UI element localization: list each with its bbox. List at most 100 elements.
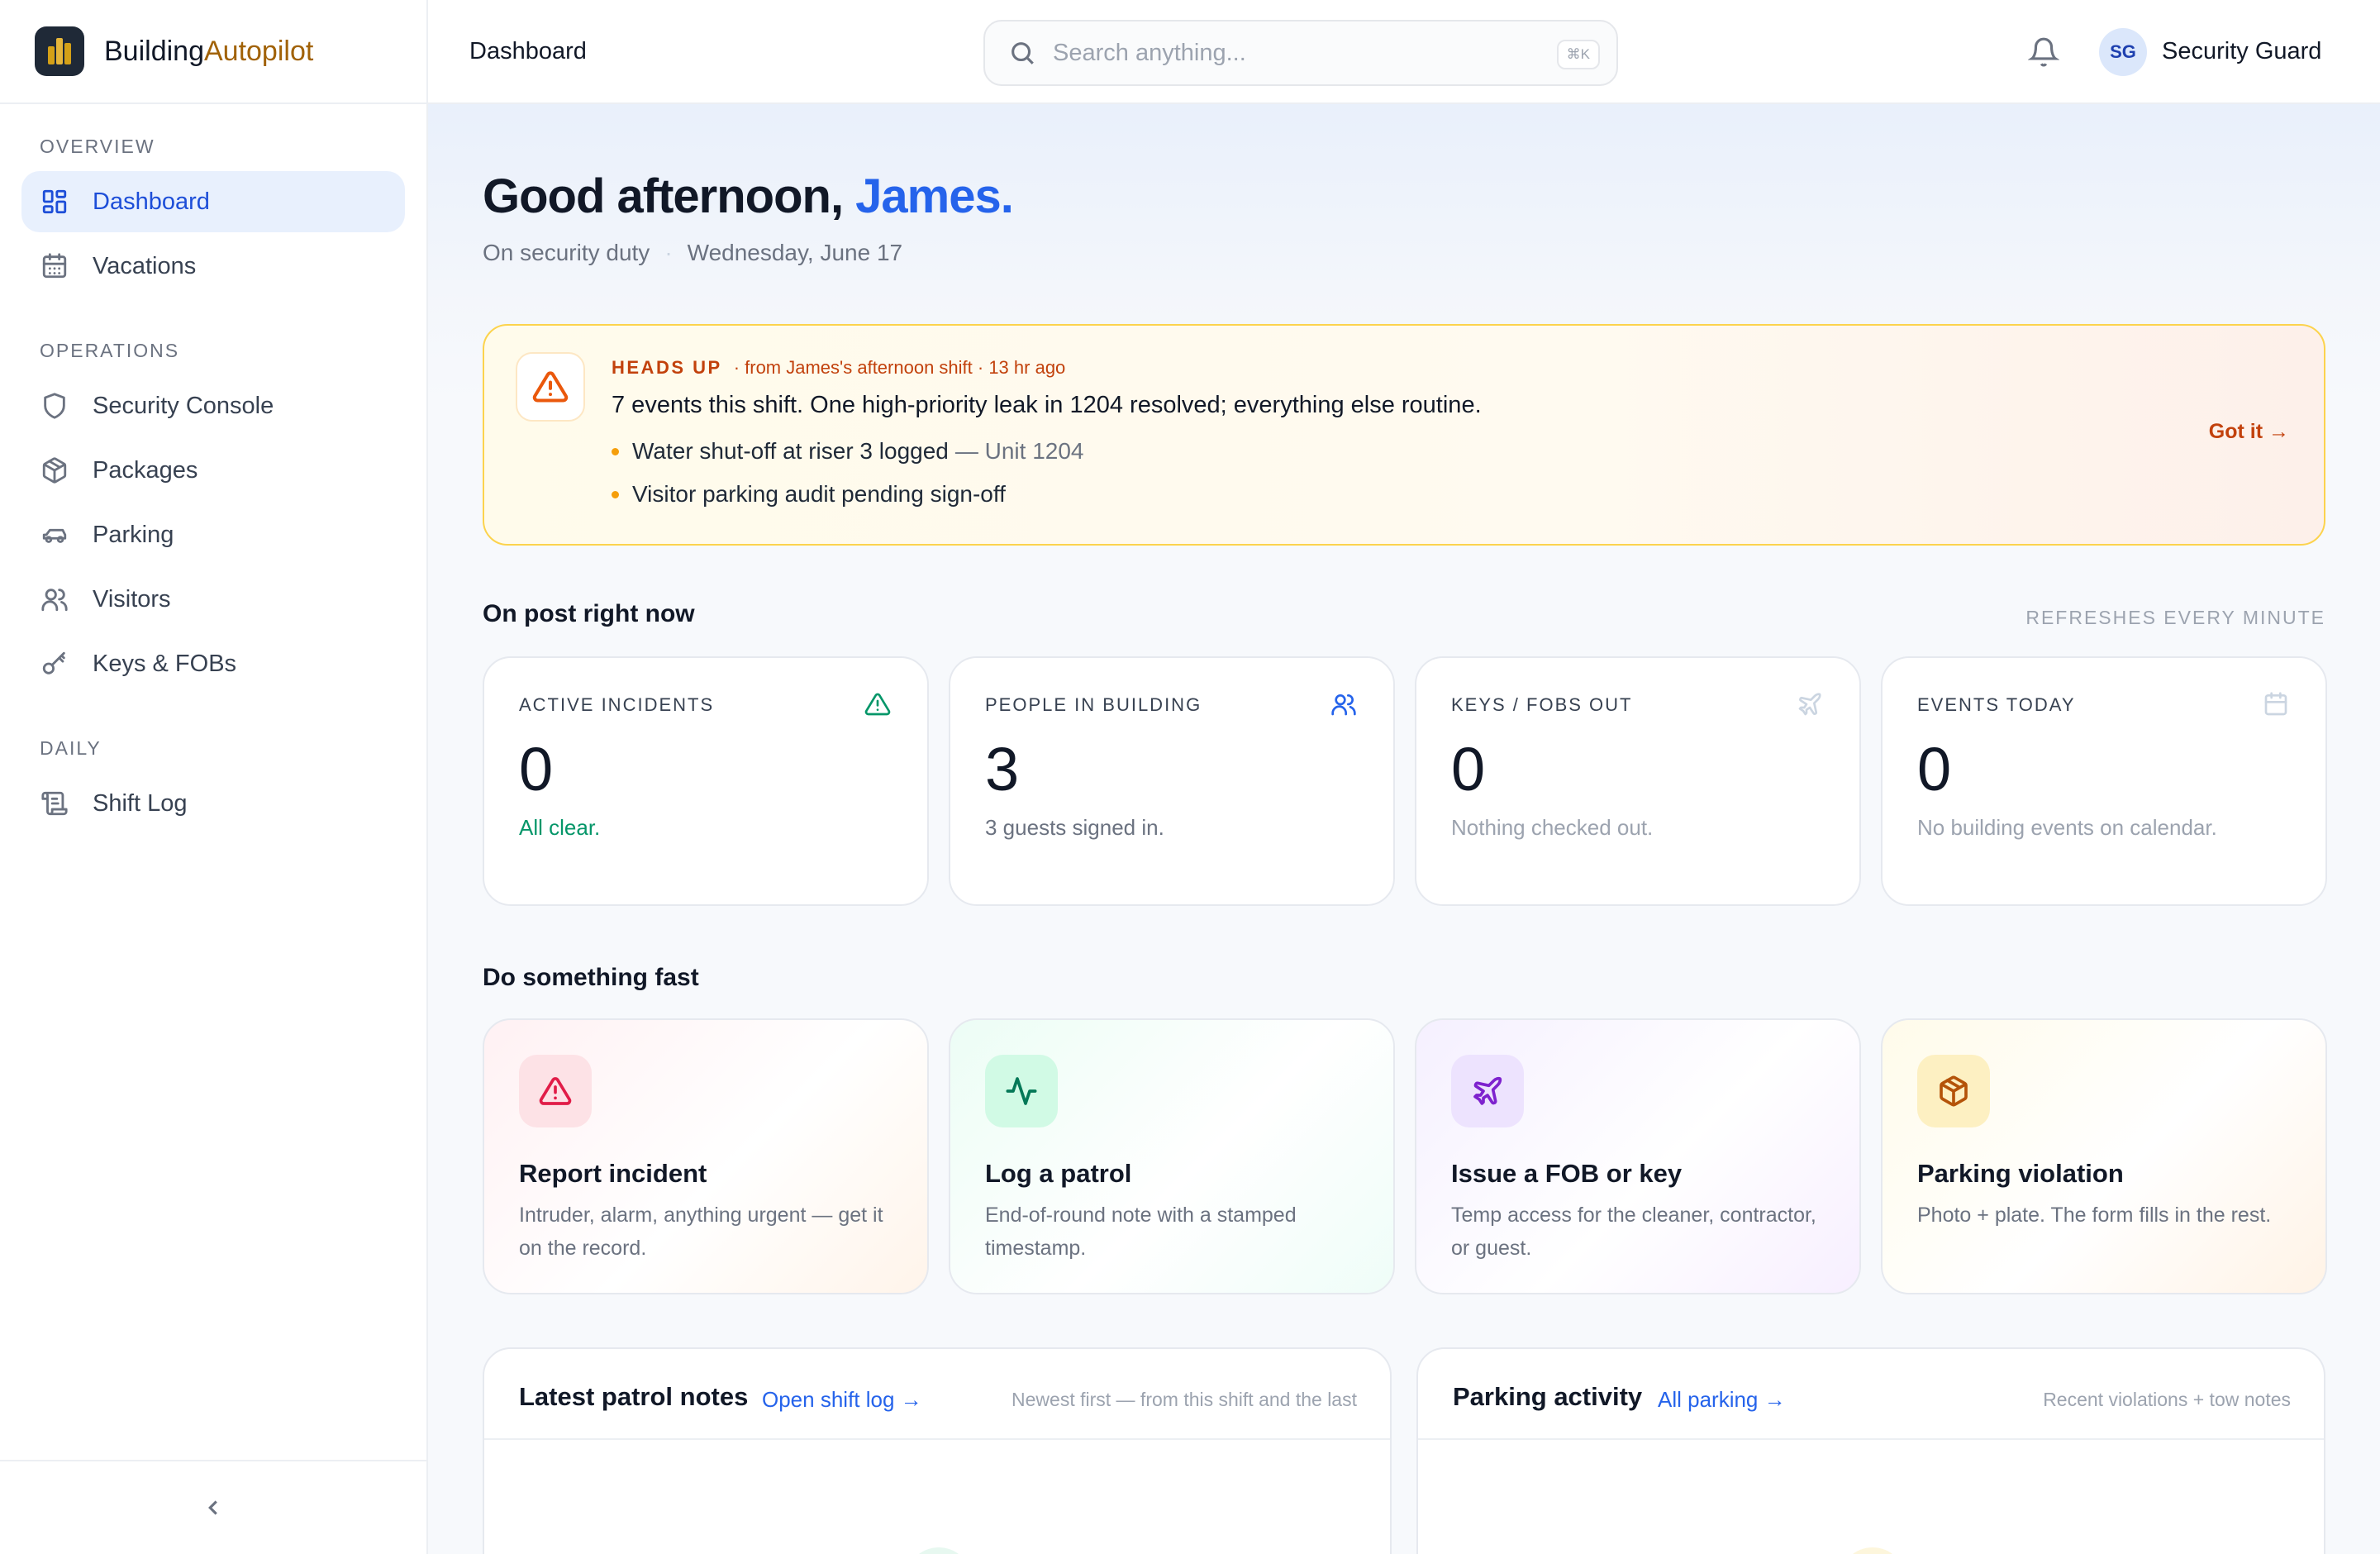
- action-description: Temp access for the cleaner, contractor,…: [1451, 1204, 1816, 1260]
- stat-card-events-today[interactable]: EVENTS TODAY 0 No building events on cal…: [1881, 656, 2327, 906]
- report-incident-button[interactable]: Report incident Intruder, alarm, anythin…: [483, 1018, 929, 1294]
- brand-name: BuildingAutopilot: [104, 35, 314, 67]
- nav-section-overview: OVERVIEW: [40, 136, 155, 157]
- stat-caption: KEYS / FOBS OUT: [1451, 694, 1633, 715]
- breadcrumb: Dashboard: [469, 38, 587, 64]
- panel-note: Recent violations + tow notes: [2043, 1389, 2291, 1410]
- sidebar-item-label: Vacations: [93, 252, 197, 279]
- brand-logo-icon: [35, 26, 84, 76]
- search-shortcut: ⌘K: [1556, 40, 1600, 69]
- stat-note: No building events on calendar.: [1917, 815, 2217, 840]
- key-icon: [40, 649, 69, 679]
- action-description: Intruder, alarm, anything urgent — get i…: [519, 1204, 883, 1260]
- stat-caption: ACTIVE INCIDENTS: [519, 694, 715, 715]
- sidebar-item-keys-fobs[interactable]: Keys & FOBs: [21, 633, 405, 694]
- stat-note: Nothing checked out.: [1451, 815, 1654, 840]
- users-icon: [40, 584, 69, 614]
- sidebar-item-shift-log[interactable]: Shift Log: [21, 773, 405, 834]
- search-icon: [1011, 42, 1034, 64]
- empty-state-icon: [1840, 1547, 1906, 1554]
- nav-section-operations: OPERATIONS: [40, 340, 180, 361]
- bell-icon: [2027, 37, 2060, 67]
- grid-icon: [40, 187, 69, 217]
- action-title: Parking violation: [1917, 1159, 2124, 1188]
- panel-note: Newest first — from this shift and the l…: [1011, 1389, 1357, 1410]
- refresh-note: REFRESHES EVERY MINUTE: [2025, 607, 2325, 628]
- search-input[interactable]: [1053, 39, 1516, 67]
- panel-header: Latest patrol notes Open shift log → New…: [484, 1349, 1390, 1440]
- sidebar-item-parking[interactable]: Parking: [21, 504, 405, 565]
- patrol-notes-panel: Latest patrol notes Open shift log → New…: [483, 1347, 1392, 1554]
- sidebar-item-packages[interactable]: Packages: [21, 440, 405, 501]
- notifications-button[interactable]: [2027, 36, 2061, 69]
- topbar: Dashboard ⌘K SG Security Guard: [428, 0, 2380, 104]
- sidebar-item-label: Packages: [93, 456, 198, 484]
- stat-value: 0: [1917, 735, 1952, 803]
- sidebar-item-vacations[interactable]: Vacations: [21, 236, 405, 297]
- heads-up-list: Water shut-off at riser 3 logged — Unit 1…: [612, 438, 1084, 524]
- stat-caption: PEOPLE IN BUILDING: [985, 694, 1202, 715]
- plane-icon: [1451, 1055, 1524, 1127]
- main-content: Good afternoon, James. On security duty ·…: [428, 104, 2380, 1554]
- avatar[interactable]: SG: [2099, 28, 2147, 76]
- greeting-subtitle: On security duty · Wednesday, June 17: [483, 240, 903, 265]
- stat-note: All clear.: [519, 815, 601, 840]
- stat-card-active-incidents[interactable]: ACTIVE INCIDENTS 0 All clear.: [483, 656, 929, 906]
- package-icon: [1917, 1055, 1990, 1127]
- stat-note: 3 guests signed in.: [985, 815, 1164, 840]
- stat-value: 0: [1451, 735, 1486, 803]
- open-shift-log-link[interactable]: Open shift log →: [762, 1387, 922, 1413]
- calendar-icon: [40, 251, 69, 281]
- sidebar-item-label: Keys & FOBs: [93, 650, 237, 677]
- sidebar-item-label: Parking: [93, 521, 174, 548]
- on-post-title: On post right now: [483, 600, 695, 627]
- parking-violation-button[interactable]: Parking violation Photo + plate. The for…: [1881, 1018, 2327, 1294]
- sidebar-item-security-console[interactable]: Security Console: [21, 375, 405, 436]
- sidebar: BuildingAutopilot OVERVIEW Dashboard Vac…: [0, 0, 428, 1554]
- greeting-heading: Good afternoon, James.: [483, 169, 1014, 223]
- calendar-icon: [2263, 691, 2291, 719]
- activity-icon: [985, 1055, 1058, 1127]
- sidebar-item-label: Security Console: [93, 392, 274, 419]
- heads-up-banner: HEADS UP · from James's afternoon shift ·…: [483, 324, 2325, 546]
- list-item: Visitor parking audit pending sign-off: [612, 481, 1084, 508]
- warning-icon: [516, 352, 585, 422]
- action-title: Report incident: [519, 1159, 707, 1188]
- user-role[interactable]: Security Guard: [2162, 38, 2321, 65]
- sidebar-item-dashboard[interactable]: Dashboard: [21, 171, 405, 232]
- log-patrol-button[interactable]: Log a patrol End-of-round note with a st…: [949, 1018, 1395, 1294]
- stat-caption: EVENTS TODAY: [1917, 694, 2076, 715]
- panel-title: Latest patrol notes: [519, 1382, 749, 1411]
- shield-icon: [40, 391, 69, 421]
- greeting-name: James.: [855, 169, 1014, 223]
- panel-title: Parking activity: [1453, 1382, 1643, 1411]
- car-icon: [40, 520, 69, 550]
- all-parking-link[interactable]: All parking →: [1658, 1387, 1786, 1413]
- action-description: End-of-round note with a stamped timesta…: [985, 1204, 1297, 1260]
- stat-card-keys-fobs-out[interactable]: KEYS / FOBS OUT 0 Nothing checked out.: [1415, 656, 1861, 906]
- empty-state-icon: [906, 1547, 972, 1554]
- quick-actions-title: Do something fast: [483, 964, 699, 991]
- action-title: Issue a FOB or key: [1451, 1159, 1683, 1188]
- action-description: Photo + plate. The form fills in the res…: [1917, 1204, 2272, 1227]
- heads-up-label: HEADS UP · from James's afternoon shift ·…: [612, 357, 1066, 378]
- sidebar-item-label: Shift Log: [93, 789, 188, 817]
- plane-icon: [1797, 691, 1825, 719]
- panel-header: Parking activity All parking → Recent vi…: [1418, 1349, 2324, 1440]
- stat-card-people-in-building[interactable]: PEOPLE IN BUILDING 3 3 guests signed in.: [949, 656, 1395, 906]
- action-title: Log a patrol: [985, 1159, 1132, 1188]
- search-box[interactable]: ⌘K: [983, 20, 1618, 86]
- parking-activity-panel: Parking activity All parking → Recent vi…: [1416, 1347, 2325, 1554]
- got-it-button[interactable]: Got it →: [2209, 420, 2289, 444]
- collapse-sidebar-button[interactable]: [0, 1460, 426, 1554]
- users-icon: [1330, 691, 1359, 719]
- issue-fob-button[interactable]: Issue a FOB or key Temp access for the c…: [1415, 1018, 1861, 1294]
- alert-triangle-icon: [864, 691, 892, 719]
- chevron-left-icon: [208, 1500, 217, 1515]
- alert-triangle-icon: [519, 1055, 592, 1127]
- sidebar-item-label: Visitors: [93, 585, 171, 613]
- sidebar-item-visitors[interactable]: Visitors: [21, 569, 405, 630]
- scroll-icon: [40, 789, 69, 818]
- brand[interactable]: BuildingAutopilot: [0, 0, 426, 104]
- nav-section-daily: DAILY: [40, 737, 102, 759]
